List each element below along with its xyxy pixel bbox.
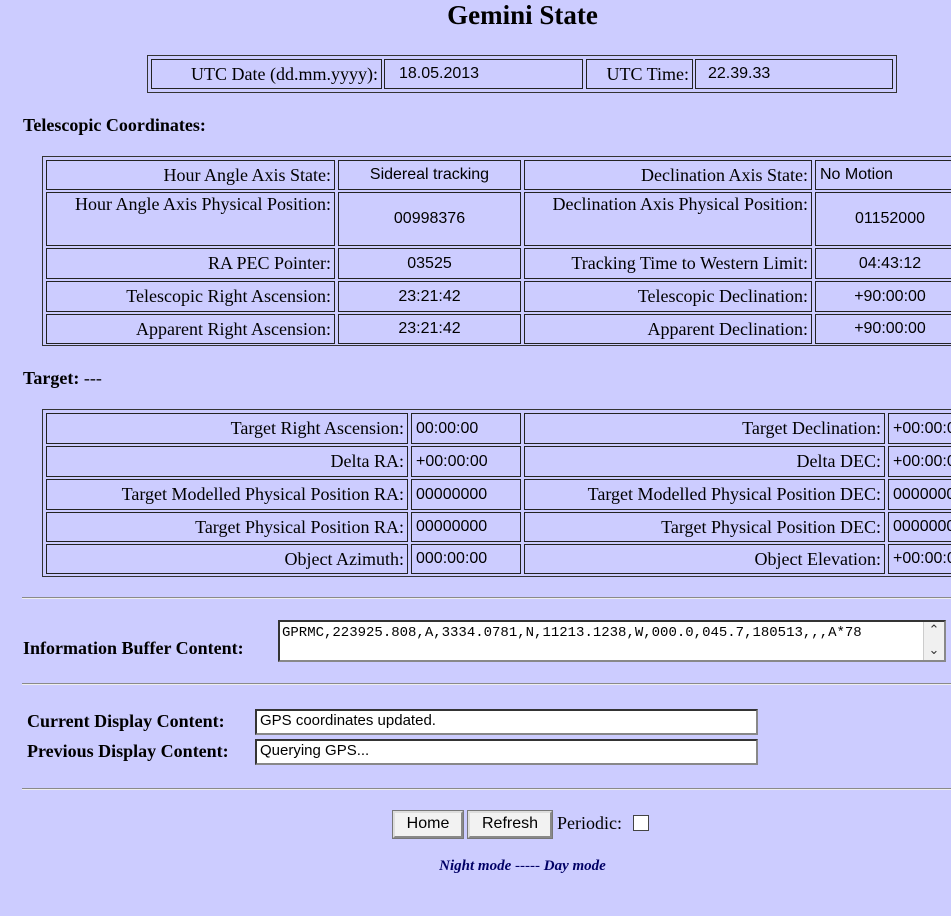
divider — [22, 597, 951, 599]
target-row-label: Delta DEC: — [524, 446, 885, 477]
telescopic-row-value: 04:43:12 — [815, 248, 951, 279]
telescopic-row-value: +90:00:00 — [815, 281, 951, 312]
previous-display-label: Previous Display Content: — [27, 741, 229, 761]
telescopic-row-label: Declination Axis Physical Position: — [524, 192, 812, 246]
utc-time-label: UTC Time: — [586, 59, 693, 89]
target-row-label: Target Modelled Physical Position DEC: — [524, 479, 885, 510]
refresh-button[interactable]: Refresh — [467, 810, 553, 839]
target-heading-value: --- — [83, 368, 102, 388]
target-row-value: 00:00:00 — [411, 413, 521, 444]
day-mode-link[interactable]: Day mode — [544, 858, 606, 874]
target-row-value: +00:00:00 — [411, 446, 521, 477]
target-row-value: 00000000 — [888, 512, 951, 542]
mode-separator: ----- — [515, 858, 540, 874]
target-row-value: 000:00:00 — [411, 544, 521, 574]
telescopic-row-value: Sidereal tracking — [338, 160, 521, 190]
mode-links: Night mode ----- Day mode — [0, 858, 951, 875]
target-row-label: Target Physical Position DEC: — [524, 512, 885, 542]
target-row-label: Target Right Ascension: — [46, 413, 408, 444]
telescopic-row-label: Telescopic Declination: — [524, 281, 812, 312]
target-row-value: +00:00:00 — [888, 544, 951, 574]
divider — [22, 788, 951, 790]
page-title: Gemini State — [447, 0, 598, 30]
target-row-label: Target Modelled Physical Position RA: — [46, 479, 408, 510]
info-buffer-scrollbar[interactable]: ⌃ ⌄ — [923, 622, 944, 660]
night-mode-link[interactable]: Night mode — [439, 858, 511, 874]
utc-time-value: 22.39.33 — [695, 59, 893, 89]
telescopic-row-value: No Motion — [815, 160, 951, 190]
telescopic-row-label: Hour Angle Axis State: — [46, 160, 335, 190]
previous-display-field[interactable]: Querying GPS... — [255, 739, 758, 765]
target-row-value: 00000000 — [411, 512, 521, 542]
telescopic-row-value: 01152000 — [815, 192, 951, 246]
current-display-label: Current Display Content: — [27, 711, 225, 731]
target-row-value: 00000000 — [888, 479, 951, 510]
telescopic-row-label: RA PEC Pointer: — [46, 248, 335, 279]
target-row-value: 00000000 — [411, 479, 521, 510]
telescopic-row-value: 23:21:42 — [338, 314, 521, 344]
target-heading: Target: --- — [23, 368, 102, 389]
current-display-field[interactable]: GPS coordinates updated. — [255, 709, 758, 735]
target-row-label: Target Physical Position RA: — [46, 512, 408, 542]
telescopic-row-label: Apparent Right Ascension: — [46, 314, 335, 344]
utc-date-label: UTC Date (dd.mm.yyyy): — [151, 59, 382, 89]
telescopic-row-label: Tracking Time to Western Limit: — [524, 248, 812, 279]
telescopic-row-value: 00998376 — [338, 192, 521, 246]
utc-date-value: 18.05.2013 — [384, 59, 583, 89]
telescopic-row-label: Hour Angle Axis Physical Position: — [46, 192, 335, 246]
telescopic-row-label: Declination Axis State: — [524, 160, 812, 190]
target-row-label: Object Elevation: — [524, 544, 885, 574]
info-buffer-label: Information Buffer Content: — [23, 638, 244, 658]
scroll-up-icon[interactable]: ⌃ — [924, 622, 944, 640]
divider — [22, 683, 951, 685]
target-heading-label: Target: — [23, 368, 80, 388]
home-button[interactable]: Home — [392, 810, 464, 839]
telescopic-row-label: Apparent Declination: — [524, 314, 812, 344]
target-row-label: Delta RA: — [46, 446, 408, 477]
target-row-label: Object Azimuth: — [46, 544, 408, 574]
telescopic-row-value: 23:21:42 — [338, 281, 521, 312]
periodic-label: Periodic: — [557, 813, 622, 833]
target-row-label: Target Declination: — [524, 413, 885, 444]
telescopic-heading: Telescopic Coordinates: — [23, 115, 206, 135]
periodic-checkbox[interactable] — [633, 815, 649, 831]
telescopic-row-value: 03525 — [338, 248, 521, 279]
target-row-value: +00:00:00 — [888, 413, 951, 444]
info-buffer-textarea[interactable]: GPRMC,223925.808,A,3334.0781,N,11213.123… — [278, 620, 946, 662]
scroll-down-icon[interactable]: ⌄ — [924, 642, 944, 660]
target-row-value: +00:00:00 — [888, 446, 951, 477]
telescopic-row-label: Telescopic Right Ascension: — [46, 281, 335, 312]
telescopic-row-value: +90:00:00 — [815, 314, 951, 344]
